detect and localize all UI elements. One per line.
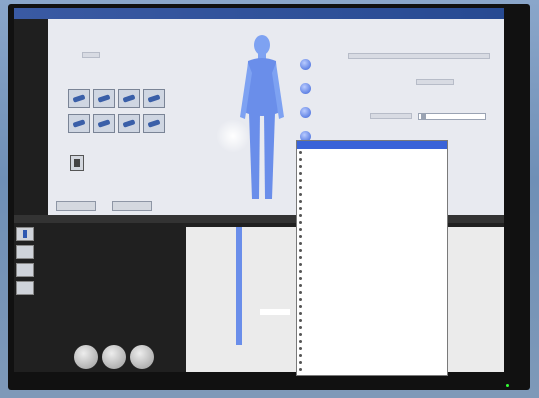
dropdown-item[interactable] — [297, 289, 447, 296]
window-title-bar — [14, 8, 504, 19]
power-led — [506, 384, 509, 387]
dropdown-item[interactable] — [297, 198, 447, 205]
dropdown-item[interactable] — [297, 156, 447, 163]
dropdown-item[interactable] — [297, 247, 447, 254]
view-button-3[interactable] — [300, 107, 311, 118]
tab-button-1[interactable] — [56, 201, 96, 211]
dropdown-item[interactable] — [297, 359, 447, 366]
dropdown-item[interactable] — [297, 366, 447, 373]
dropdown-item[interactable] — [297, 191, 447, 198]
tool-button-3[interactable] — [16, 263, 34, 277]
view-button-1[interactable] — [300, 59, 311, 70]
dropdown-item[interactable] — [297, 212, 447, 219]
dropdown-item[interactable] — [297, 170, 447, 177]
dropdown-item[interactable] — [297, 331, 447, 338]
dropdown-item[interactable] — [297, 352, 447, 359]
circle-button-3[interactable] — [130, 345, 154, 369]
pose-button-8[interactable] — [143, 113, 165, 133]
dropdown-item[interactable] — [297, 226, 447, 233]
light-glare — [216, 119, 250, 153]
human-body-model[interactable] — [236, 33, 288, 203]
dropdown-item[interactable] — [297, 261, 447, 268]
dropdown-item[interactable] — [297, 310, 447, 317]
monitor-brand — [517, 14, 539, 94]
dropdown-selected-item[interactable] — [297, 141, 447, 149]
dropdown-item[interactable] — [297, 296, 447, 303]
dropdown-item[interactable] — [297, 275, 447, 282]
dropdown-item[interactable] — [297, 268, 447, 275]
tab-button-2[interactable] — [112, 201, 152, 211]
dropdown-item[interactable] — [297, 324, 447, 331]
dropdown-item[interactable] — [297, 205, 447, 212]
circle-button-2[interactable] — [102, 345, 126, 369]
left-dark-strip — [14, 19, 48, 215]
dropdown-items — [297, 149, 447, 373]
pose-button-7[interactable] — [118, 113, 140, 133]
slider-thumb[interactable] — [421, 114, 426, 119]
dropdown-item[interactable] — [297, 219, 447, 226]
dropdown-item[interactable] — [297, 282, 447, 289]
dropdown-list[interactable] — [296, 140, 448, 376]
pose-button-1[interactable] — [68, 89, 90, 108]
top-left-field[interactable] — [82, 52, 100, 58]
dropdown-item[interactable] — [297, 345, 447, 352]
dropdown-item[interactable] — [297, 163, 447, 170]
figure-tool-icon[interactable] — [70, 155, 84, 171]
dropdown-item[interactable] — [297, 303, 447, 310]
right-field-2[interactable] — [416, 79, 454, 85]
dropdown-item[interactable] — [297, 149, 447, 156]
dropdown-item[interactable] — [297, 338, 447, 345]
right-slider[interactable] — [418, 113, 486, 120]
dropdown-item[interactable] — [297, 254, 447, 261]
pose-button-6[interactable] — [93, 113, 115, 133]
right-field-1[interactable] — [348, 53, 490, 59]
dropdown-item[interactable] — [297, 177, 447, 184]
pose-button-2[interactable] — [93, 89, 115, 108]
pose-button-4[interactable] — [143, 89, 165, 108]
limb-label-marker — [260, 309, 290, 315]
pose-button-3[interactable] — [118, 89, 140, 108]
circle-button-1[interactable] — [74, 345, 98, 369]
view-button-2[interactable] — [300, 83, 311, 94]
dropdown-item[interactable] — [297, 233, 447, 240]
dropdown-item[interactable] — [297, 184, 447, 191]
right-field-3[interactable] — [370, 113, 412, 119]
pose-button-grid — [68, 89, 166, 135]
body-limb-model[interactable] — [236, 227, 242, 345]
dropdown-item[interactable] — [297, 240, 447, 247]
dropdown-item[interactable] — [297, 317, 447, 324]
pose-button-5[interactable] — [68, 113, 90, 133]
tool-button-1[interactable] — [16, 227, 34, 241]
tool-button-2[interactable] — [16, 245, 34, 259]
tool-button-4[interactable] — [16, 281, 34, 295]
